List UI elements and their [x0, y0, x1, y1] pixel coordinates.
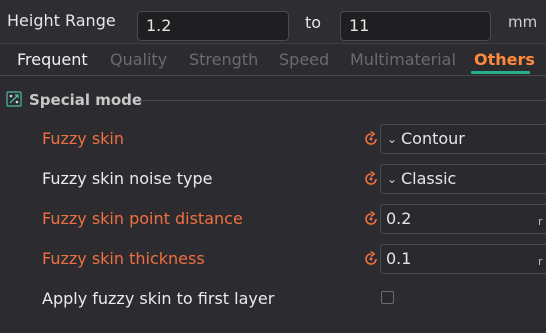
thickness-unit: r: [538, 255, 543, 268]
thickness-value: 0.1: [386, 249, 412, 268]
first-layer-label: Apply fuzzy skin to first layer: [42, 289, 275, 308]
tab-speed[interactable]: Speed: [279, 50, 329, 69]
tab-strength[interactable]: Strength: [189, 50, 258, 69]
fuzzy-skin-value: Contour: [401, 129, 465, 148]
reset-icon[interactable]: [362, 250, 380, 268]
point-distance-label: Fuzzy skin point distance: [42, 209, 243, 228]
height-to-input[interactable]: 11: [340, 11, 491, 41]
chevron-down-icon: ⌄: [387, 132, 398, 146]
tab-frequent[interactable]: Frequent: [17, 50, 88, 69]
thickness-label: Fuzzy skin thickness: [42, 249, 205, 268]
special-mode-icon: [6, 91, 22, 107]
height-to-label: to: [305, 13, 322, 32]
tab-others[interactable]: Others: [474, 50, 535, 69]
section-divider: [140, 100, 546, 101]
thickness-input[interactable]: 0.1 r: [380, 244, 546, 274]
tab-multimaterial[interactable]: Multimaterial: [350, 50, 456, 69]
height-unit-label: mm: [508, 13, 538, 31]
header-divider: [0, 43, 546, 44]
active-tab-indicator: [471, 71, 530, 74]
noise-type-value: Classic: [401, 169, 457, 188]
height-from-input[interactable]: 1.2: [137, 11, 289, 41]
point-distance-value: 0.2: [386, 209, 412, 228]
reset-icon[interactable]: [362, 170, 380, 188]
tab-quality[interactable]: Quality: [110, 50, 167, 69]
fuzzy-skin-label: Fuzzy skin: [42, 129, 125, 148]
height-range-label: Height Range: [7, 11, 116, 30]
reset-icon[interactable]: [362, 130, 380, 148]
section-title: Special mode: [29, 91, 143, 109]
noise-type-label: Fuzzy skin noise type: [42, 169, 213, 188]
point-distance-unit: r: [538, 215, 543, 228]
point-distance-input[interactable]: 0.2 r: [380, 204, 546, 234]
chevron-down-icon: ⌄: [387, 172, 398, 186]
first-layer-checkbox[interactable]: [381, 291, 394, 304]
tabs-divider: [0, 75, 546, 76]
fuzzy-skin-dropdown[interactable]: ⌄ Contour: [380, 124, 546, 154]
noise-type-dropdown[interactable]: ⌄ Classic: [380, 164, 546, 194]
reset-icon[interactable]: [362, 210, 380, 228]
